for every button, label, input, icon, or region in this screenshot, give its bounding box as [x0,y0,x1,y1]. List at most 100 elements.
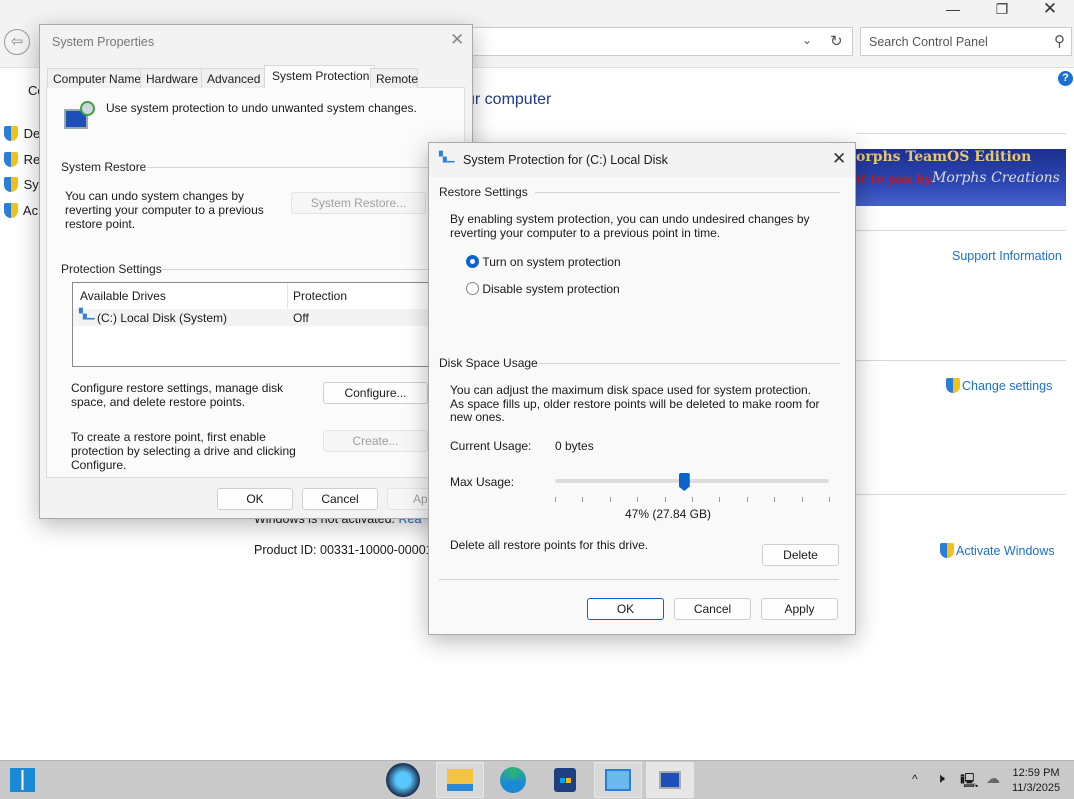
apply-button[interactable]: Apply [761,598,838,620]
tab-computer-name[interactable]: Computer Name [47,68,148,88]
tab-advanced[interactable]: Advanced [201,68,267,88]
folder-icon [447,769,473,791]
onedrive-off-icon[interactable]: ☁ [986,770,1000,787]
cancel-button[interactable]: Cancel [302,488,378,510]
column-divider [287,283,288,308]
minimize-button[interactable]: — [933,0,973,18]
back-button[interactable]: ⇦ [4,29,30,55]
drive-icon: ▚▁ [439,152,455,163]
close-icon[interactable]: ✕ [450,30,464,50]
time: 12:59 PM [1012,767,1060,779]
divider [535,192,840,193]
tab-hardware[interactable]: Hardware [140,68,205,88]
control-panel-icon [605,769,631,791]
radio-turn-on[interactable]: Turn on system protection [466,255,621,271]
date: 11/3/2025 [1012,782,1061,794]
dialog-title: System Protection for (C:) Local Disk [463,153,668,167]
cancel-button[interactable]: Cancel [674,598,751,620]
chevron-up-icon[interactable]: ^ [912,772,918,786]
divider [856,360,1066,361]
system-restore-group-label: System Restore [61,160,147,174]
drives-list[interactable]: Available Drives Protection ▚▁ (C:) Loca… [72,282,443,367]
left-task-item[interactable]: Ac [4,198,40,224]
close-window-button[interactable]: ✕ [1030,0,1070,18]
current-usage-value: 0 bytes [555,439,594,453]
system-restore-text: You can undo system changes by reverting… [65,189,264,231]
help-icon[interactable]: ? [1058,71,1073,86]
slider-tick [829,497,830,502]
slider-tick [555,497,556,502]
disk-text: You can adjust the maximum disk space us… [450,383,820,424]
activate-windows-link[interactable]: Activate Windows [940,543,1055,558]
delete-button[interactable]: Delete [762,544,839,566]
max-usage-slider[interactable] [555,479,829,483]
divider [539,363,840,364]
tab-system-protection[interactable]: System Protection [264,65,376,88]
ok-button[interactable]: OK [587,598,664,620]
shield-icon [940,543,954,558]
taskbar-alienware[interactable] [379,762,427,798]
configure-text: Configure restore settings, manage disk … [71,381,284,409]
radio-disable[interactable]: Disable system protection [466,282,620,298]
left-task-list: De Re Sy Ac [4,121,40,223]
taskbar-store[interactable] [541,762,589,798]
banner-title: orphs TeamOS Edition [856,149,1032,165]
shield-icon [4,177,18,192]
slider-tick [801,497,803,502]
store-icon [554,768,576,792]
column-header-drives[interactable]: Available Drives [80,289,166,303]
banner-script: Morphs Creations [932,170,1060,186]
chevron-down-icon[interactable]: ⌄ [802,33,812,47]
ok-button[interactable]: OK [217,488,293,510]
slider-tick [582,497,584,502]
close-icon[interactable]: ✕ [832,149,846,169]
restore-button[interactable]: ❐ [982,0,1022,18]
refresh-icon[interactable]: ↻ [830,32,843,50]
left-task-item[interactable]: Re [4,147,40,173]
slider-tick [664,497,666,502]
address-bar[interactable] [472,27,853,56]
alien-icon [386,763,420,797]
clock[interactable]: 12:59 PM 11/3/2025 [1012,766,1060,796]
left-task-item[interactable]: Sy [4,172,40,198]
system-protection-icon [62,101,96,133]
configure-button[interactable]: Configure... [323,382,428,404]
divider [856,133,1066,134]
column-header-protection[interactable]: Protection [293,289,347,303]
divider [145,167,455,168]
taskbar-file-explorer[interactable] [436,762,484,798]
slider-tick [637,497,639,502]
system-restore-button[interactable]: System Restore... [291,192,426,214]
start-icon[interactable] [10,768,35,792]
restore-text: By enabling system protection, you can u… [450,212,810,240]
network-icon[interactable]: 🖳 [960,770,979,794]
change-settings-link[interactable]: Change settings [946,378,1052,393]
drive-name: (C:) Local Disk (System) [97,311,228,325]
shield-icon [4,151,18,167]
system-protection-dialog: ▚▁ System Protection for (C:) Local Disk… [428,142,856,635]
page-heading: ur computer [466,91,552,108]
support-information-link[interactable]: Support Information [952,249,1062,263]
tab-remote[interactable]: Remote [370,68,418,88]
drive-icon: ▚▁ [79,309,95,320]
divider [856,494,1066,495]
taskbar-system-properties[interactable] [646,762,694,798]
search-placeholder: Search Control Panel [869,35,988,49]
divider [160,269,455,270]
shield-icon [4,202,18,218]
shield-icon [4,126,18,141]
banner-subtitle: ht to you by [856,172,932,186]
create-text: To create a restore point, first enable … [71,430,296,472]
table-row[interactable]: ▚▁ (C:) Local Disk (System) Off [73,309,443,326]
oem-banner: orphs TeamOS Edition ht to you by Morphs… [856,149,1066,206]
taskbar-edge[interactable] [489,762,537,798]
search-input[interactable]: Search Control Panel ⚲ [860,27,1072,56]
shield-icon [946,378,960,393]
search-icon[interactable]: ⚲ [1054,32,1065,50]
volume-muted-icon[interactable]: 🕨 [936,770,945,787]
slider-tick [719,497,721,502]
slider-thumb[interactable] [678,473,690,491]
taskbar-control-panel[interactable] [594,762,642,798]
left-task-item[interactable]: De [4,121,40,147]
create-button[interactable]: Create... [323,430,428,452]
